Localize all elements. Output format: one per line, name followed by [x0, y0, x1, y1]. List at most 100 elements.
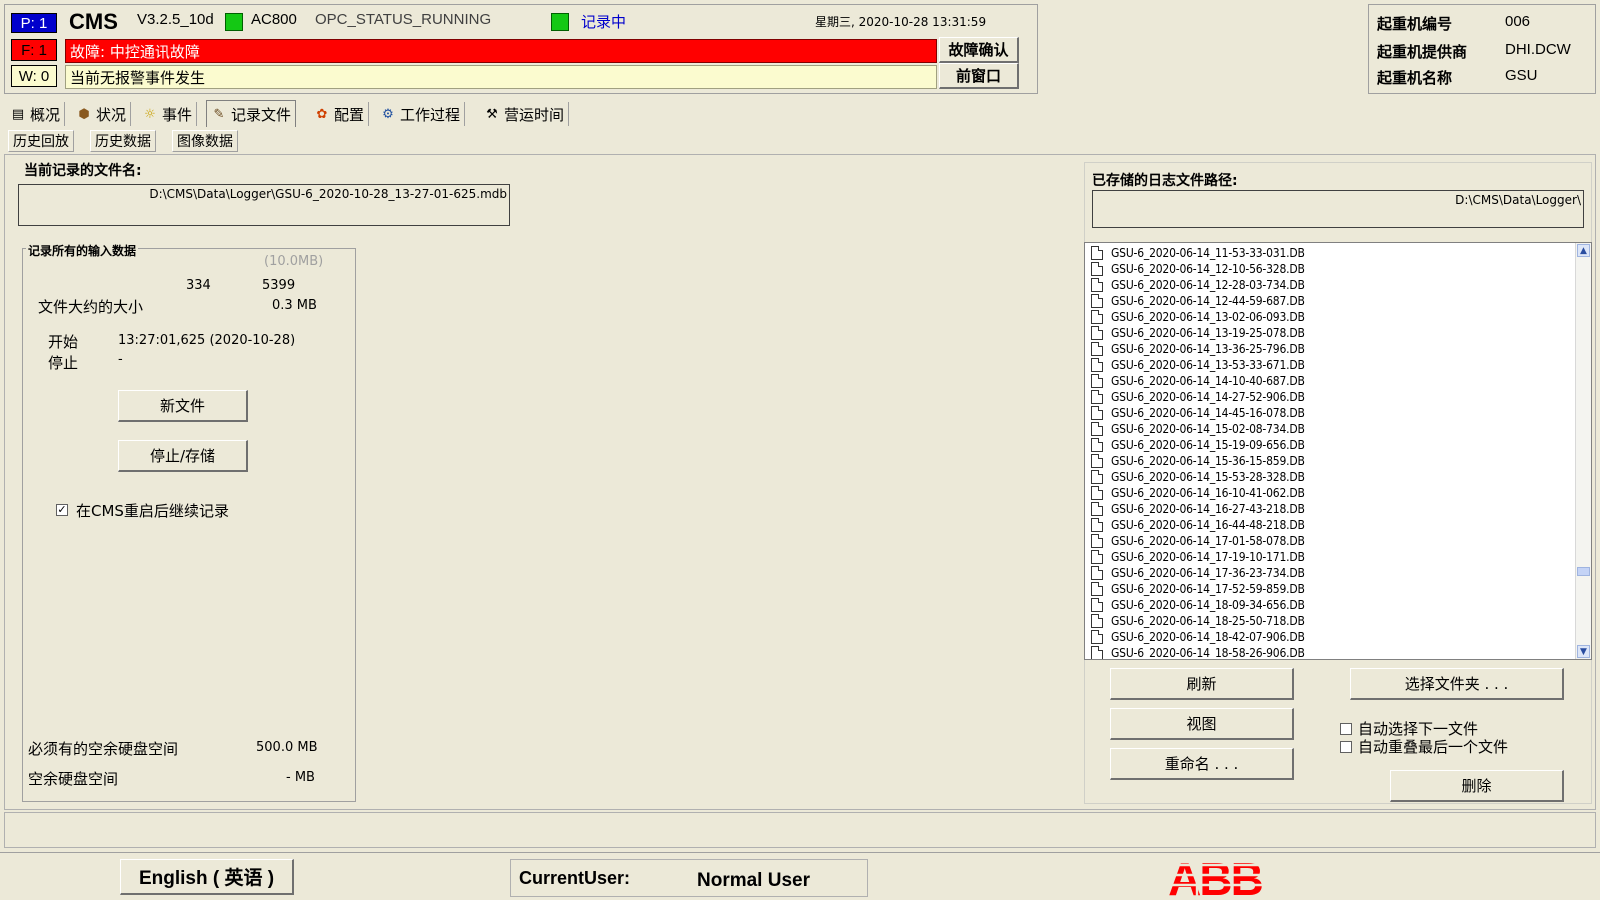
file-list-item[interactable]: GSU-6_2020-06-14_16-44-48-218.DB — [1085, 517, 1575, 533]
file-list-item[interactable]: GSU-6_2020-06-14_18-25-50-718.DB — [1085, 613, 1575, 629]
file-list-item[interactable]: GSU-6_2020-06-14_12-44-59-687.DB — [1085, 293, 1575, 309]
status-header: P: 1 CMS V3.2.5_10d AC800 OPC_STATUS_RUN… — [4, 4, 1038, 94]
work-process-icon: ⚙ — [382, 106, 394, 122]
tab-record-files[interactable]: ✎ 记录文件 — [206, 100, 297, 127]
file-name: GSU-6_2020-06-14_14-27-52-906.DB — [1111, 390, 1305, 404]
file-name: GSU-6_2020-06-14_12-44-59-687.DB — [1111, 294, 1305, 308]
current-file-label: 当前记录的文件名: — [24, 163, 142, 179]
scroll-up-icon[interactable]: ▲ — [1577, 244, 1590, 257]
file-list-item[interactable]: GSU-6_2020-06-14_17-01-58-078.DB — [1085, 533, 1575, 549]
crane-name-value: GSU — [1505, 67, 1538, 84]
file-list-item[interactable]: GSU-6_2020-06-14_16-10-41-062.DB — [1085, 485, 1575, 501]
file-list-item[interactable]: GSU-6_2020-06-14_16-27-43-218.DB — [1085, 501, 1575, 517]
document-icon — [1091, 486, 1103, 500]
tab-status[interactable]: ⬢ 状况 — [72, 102, 132, 126]
file-list-item[interactable]: GSU-6_2020-06-14_15-19-09-656.DB — [1085, 437, 1575, 453]
controller-label: AC800 — [251, 11, 297, 28]
file-list-item[interactable]: GSU-6_2020-06-14_14-45-16-078.DB — [1085, 405, 1575, 421]
subtab-image-data[interactable]: 图像数据 — [172, 130, 238, 152]
file-name: GSU-6_2020-06-14_18-42-07-906.DB — [1111, 630, 1305, 644]
file-name: GSU-6_2020-06-14_18-25-50-718.DB — [1111, 614, 1305, 628]
fault-message: 故障: 中控通讯故障 — [65, 39, 937, 63]
continue-recording-label: 在CMS重启后继续记录 — [76, 502, 229, 520]
file-list-item[interactable]: GSU-6_2020-06-14_13-19-25-078.DB — [1085, 325, 1575, 341]
delete-button[interactable]: 删除 — [1390, 770, 1564, 802]
auto-select-checkbox[interactable] — [1340, 723, 1352, 735]
refresh-button[interactable]: 刷新 — [1110, 668, 1294, 700]
crane-supplier-value: DHI.DCW — [1505, 41, 1571, 58]
file-name: GSU-6_2020-06-14_12-28-03-734.DB — [1111, 278, 1305, 292]
current-user-label: CurrentUser: — [519, 868, 631, 888]
file-list-item[interactable]: GSU-6_2020-06-14_18-09-34-656.DB — [1085, 597, 1575, 613]
auto-overwrite-label: 自动重叠最后一个文件 — [1358, 738, 1509, 756]
file-name: GSU-6_2020-06-14_18-09-34-656.DB — [1111, 598, 1305, 612]
document-icon — [1091, 566, 1103, 580]
fault-ack-button[interactable]: 故障确认 — [939, 37, 1019, 63]
subtab-history-data[interactable]: 历史数据 — [90, 130, 156, 152]
file-list-item[interactable]: GSU-6_2020-06-14_18-58-26-906.DB — [1085, 645, 1575, 659]
crane-supplier-label: 起重机提供商 — [1377, 43, 1468, 61]
file-list-item[interactable]: GSU-6_2020-06-14_12-10-56-328.DB — [1085, 261, 1575, 277]
file-name: GSU-6_2020-06-14_13-36-25-796.DB — [1111, 342, 1305, 356]
file-list-item[interactable]: GSU-6_2020-06-14_11-53-33-031.DB — [1085, 245, 1575, 261]
file-list-scrollbar[interactable]: ▲ ▼ — [1575, 243, 1591, 659]
free-space-value: - MB — [286, 770, 315, 785]
file-name: GSU-6_2020-06-14_13-02-06-093.DB — [1111, 310, 1305, 324]
crane-id-label: 起重机编号 — [1377, 15, 1453, 33]
current-user-value: Normal User — [697, 870, 810, 891]
file-name: GSU-6_2020-06-14_16-10-41-062.DB — [1111, 486, 1305, 500]
approx-size-label: 文件大约的大小 — [38, 298, 144, 316]
prev-window-button[interactable]: 前窗口 — [939, 63, 1019, 89]
file-list-item[interactable]: GSU-6_2020-06-14_13-36-25-796.DB — [1085, 341, 1575, 357]
new-file-button[interactable]: 新文件 — [118, 390, 248, 422]
stop-save-button[interactable]: 停止/存储 — [118, 440, 248, 472]
tab-label: 配置 — [334, 105, 365, 124]
tab-overview[interactable]: ▤ 概况 — [6, 102, 66, 126]
scroll-thumb[interactable] — [1577, 567, 1590, 576]
rename-button[interactable]: 重命名 . . . — [1110, 748, 1294, 780]
stop-label: 停止 — [48, 354, 79, 372]
record-input-group-title: 记录所有的输入数据 — [26, 242, 139, 259]
subtab-history-playback[interactable]: 历史回放 — [8, 130, 74, 152]
file-list-item[interactable]: GSU-6_2020-06-14_13-02-06-093.DB — [1085, 309, 1575, 325]
file-list-item[interactable]: GSU-6_2020-06-14_14-10-40-687.DB — [1085, 373, 1575, 389]
language-button[interactable]: English ( 英语 ) — [120, 859, 294, 895]
file-list-item[interactable]: GSU-6_2020-06-14_18-42-07-906.DB — [1085, 629, 1575, 645]
file-name: GSU-6_2020-06-14_16-27-43-218.DB — [1111, 502, 1305, 516]
view-button[interactable]: 视图 — [1110, 708, 1294, 740]
file-name: GSU-6_2020-06-14_15-19-09-656.DB — [1111, 438, 1305, 452]
file-name: GSU-6_2020-06-14_14-10-40-687.DB — [1111, 374, 1305, 388]
tab-label: 工作过程 — [400, 105, 461, 124]
file-list-item[interactable]: GSU-6_2020-06-14_17-36-23-734.DB — [1085, 565, 1575, 581]
continue-recording-checkbox[interactable]: ✓ — [56, 504, 68, 516]
tab-config[interactable]: ✿ 配置 — [310, 102, 370, 126]
document-icon — [1091, 310, 1103, 324]
max-size-value: (10.0MB) — [264, 254, 324, 269]
file-list-item[interactable]: GSU-6_2020-06-14_17-52-59-859.DB — [1085, 581, 1575, 597]
version-status-indicator — [225, 13, 243, 31]
abb-logo: ABB — [1162, 855, 1268, 899]
document-icon — [1091, 374, 1103, 388]
tab-events[interactable]: ☼ 事件 — [138, 102, 198, 126]
file-list-item[interactable]: GSU-6_2020-06-14_12-28-03-734.DB — [1085, 277, 1575, 293]
file-list-item[interactable]: GSU-6_2020-06-14_15-53-28-328.DB — [1085, 469, 1575, 485]
file-list-item[interactable]: GSU-6_2020-06-14_15-36-15-859.DB — [1085, 453, 1575, 469]
file-list-item[interactable]: GSU-6_2020-06-14_14-27-52-906.DB — [1085, 389, 1575, 405]
document-icon — [1091, 502, 1103, 516]
tab-operating-time[interactable]: ⚒ 营运时间 — [480, 102, 570, 126]
file-list-item[interactable]: GSU-6_2020-06-14_15-02-08-734.DB — [1085, 421, 1575, 437]
choose-folder-button[interactable]: 选择文件夹 . . . — [1350, 668, 1564, 700]
file-list-item[interactable]: GSU-6_2020-06-14_17-19-10-171.DB — [1085, 549, 1575, 565]
file-list-item[interactable]: GSU-6_2020-06-14_13-53-33-671.DB — [1085, 357, 1575, 373]
tab-work-process[interactable]: ⚙ 工作过程 — [376, 102, 466, 126]
log-file-list[interactable]: GSU-6_2020-06-14_11-53-33-031.DB GSU-6_20… — [1084, 242, 1592, 660]
crane-info-panel: 起重机编号 006 起重机提供商 DHI.DCW 起重机名称 GSU — [1368, 4, 1596, 94]
auto-overwrite-checkbox[interactable] — [1340, 741, 1352, 753]
tab-label: 事件 — [162, 105, 193, 124]
log-path-field: D:\CMS\Data\Logger\ — [1092, 190, 1584, 228]
file-name: GSU-6_2020-06-14_17-36-23-734.DB — [1111, 566, 1305, 580]
approx-size-value: 0.3 MB — [272, 298, 317, 313]
scroll-down-icon[interactable]: ▼ — [1577, 645, 1590, 658]
document-icon — [1091, 358, 1103, 372]
document-icon — [1091, 518, 1103, 532]
